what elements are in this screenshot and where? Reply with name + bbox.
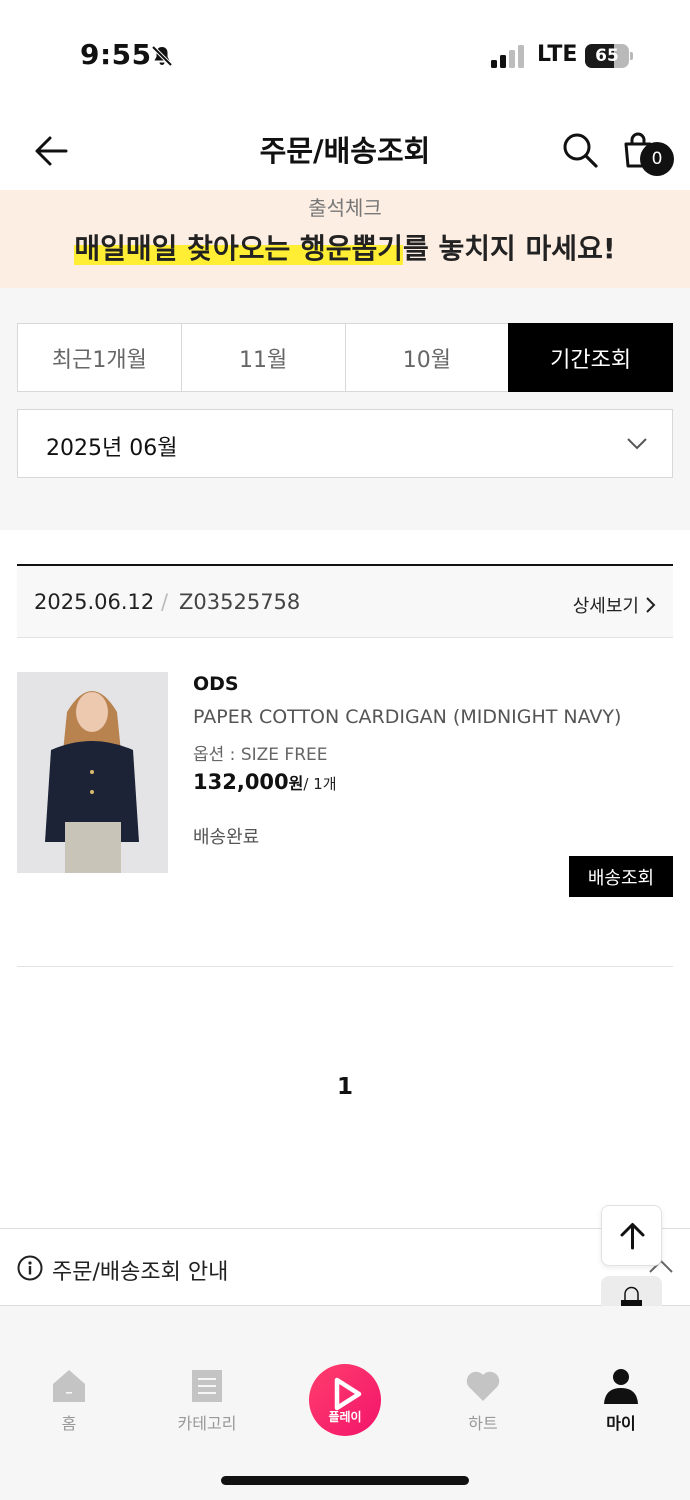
product-option: 옵션 : SIZE FREE <box>193 745 328 765</box>
product-brand[interactable]: ODS <box>193 673 239 695</box>
cart-count-badge: 0 <box>640 142 674 176</box>
order-separator: / <box>161 590 169 614</box>
battery-indicator: 65 <box>585 44 633 68</box>
product-quantity: / 1개 <box>303 775 337 793</box>
home-icon <box>53 1370 85 1402</box>
chevron-right-icon <box>646 597 656 613</box>
banner-subtitle: 출석체크 <box>308 196 382 220</box>
tab-recent-1-month[interactable]: 최근1개월 <box>17 323 182 392</box>
period-tabs: 최근1개월 11월 10월 기간조회 <box>17 323 673 392</box>
product-image[interactable] <box>17 672 168 873</box>
tab-period-search[interactable]: 기간조회 <box>508 323 673 392</box>
cart-button[interactable]: 0 <box>620 128 676 184</box>
nav-heart-label: 하트 <box>468 1414 498 1433</box>
nav-my[interactable]: 마이 <box>571 1366 671 1434</box>
info-icon <box>17 1255 43 1281</box>
battery-level: 65 <box>595 46 619 66</box>
order-info-label: 주문/배송조회 안내 <box>52 1260 229 1285</box>
category-list-icon <box>192 1370 222 1402</box>
banner-headline-highlight: 매일매일 찾아오는 행운뽑기 <box>74 232 404 265</box>
nav-my-label: 마이 <box>606 1414 636 1433</box>
bottom-navigation: 홈 카테고리 플레이 하트 마이 <box>0 1306 690 1500</box>
nav-play[interactable]: 플레이 <box>309 1364 381 1436</box>
pagination-current-page[interactable]: 1 <box>0 1074 690 1100</box>
period-filter: 최근1개월 11월 10월 기간조회 2025년 06월 <box>0 288 690 530</box>
nav-home-label: 홈 <box>61 1414 77 1433</box>
nav-home[interactable]: 홈 <box>19 1366 119 1434</box>
person-icon <box>604 1369 638 1404</box>
heart-icon <box>466 1371 500 1401</box>
order-header: 2025.06.12 / Z03525758 상세보기 <box>17 564 673 638</box>
scroll-to-top-button[interactable] <box>601 1205 662 1266</box>
divider <box>17 966 673 967</box>
tab-november[interactable]: 11월 <box>180 323 346 392</box>
play-icon <box>334 1377 362 1411</box>
month-dropdown-value: 2025년 06월 <box>46 436 178 461</box>
search-icon[interactable] <box>560 130 600 170</box>
nav-heart[interactable]: 하트 <box>433 1366 533 1434</box>
banner-headline: 매일매일 찾아오는 행운뽑기를 놓치지 마세요! <box>0 227 690 267</box>
product-price: 132,000원/ 1개 <box>193 770 337 794</box>
nav-category-label: 카테고리 <box>177 1414 237 1433</box>
app-header: 주문/배송조회 0 <box>0 110 690 190</box>
order-detail-label: 상세보기 <box>572 596 639 617</box>
delivery-status: 배송완료 <box>193 827 260 848</box>
banner-headline-rest: 를 놓치지 마세요! <box>403 232 616 265</box>
chevron-down-icon <box>627 438 647 450</box>
order-detail-link[interactable]: 상세보기 <box>573 592 657 618</box>
product-photo <box>17 672 168 873</box>
arrow-up-icon <box>620 1223 645 1250</box>
price-value: 132,000 <box>193 770 289 794</box>
status-bar: 9:55 LTE 65 <box>0 0 690 110</box>
status-time: 9:55 <box>80 38 152 71</box>
tab-october[interactable]: 10월 <box>344 323 510 392</box>
signal-icon <box>491 45 524 68</box>
product-name[interactable]: PAPER COTTON CARDIGAN (MIDNIGHT NAVY) <box>193 706 621 728</box>
nav-play-label: 플레이 <box>328 1410 362 1424</box>
attendance-banner[interactable]: 출석체크 매일매일 찾아오는 행운뽑기를 놓치지 마세요! <box>0 190 690 288</box>
bell-muted-icon <box>151 45 173 67</box>
track-delivery-button[interactable]: 배송조회 <box>569 856 673 897</box>
home-indicator <box>221 1476 469 1485</box>
order-number: Z03525758 <box>179 590 301 614</box>
month-dropdown[interactable]: 2025년 06월 <box>17 409 673 478</box>
order-date: 2025.06.12 <box>34 590 155 614</box>
nav-category[interactable]: 카테고리 <box>157 1366 257 1434</box>
order-info-accordion[interactable]: 주문/배송조회 안내 <box>0 1228 690 1306</box>
price-currency: 원 <box>288 774 304 793</box>
network-type: LTE <box>537 42 578 67</box>
